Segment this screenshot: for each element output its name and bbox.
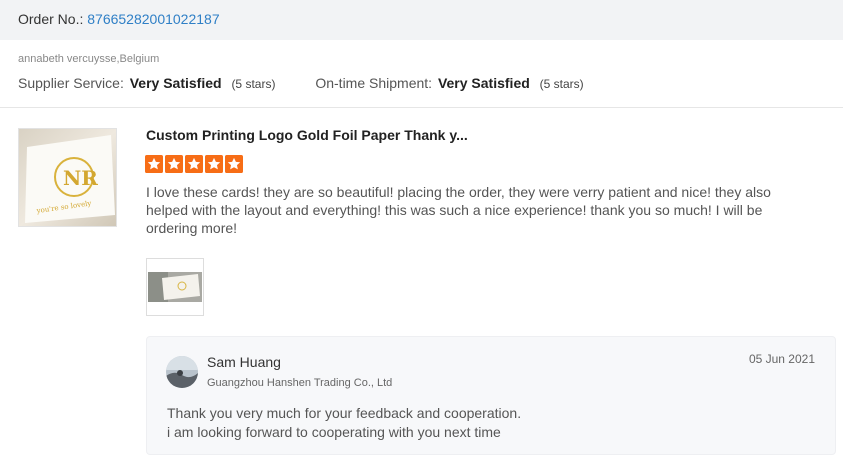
reply-date: 05 Jun 2021 [748,352,815,366]
shipment-rating: On-time Shipment: Very Satisfied (5 star… [315,75,583,91]
review-photo-thumbnail[interactable] [146,258,204,316]
shipment-label: On-time Shipment: [315,75,433,91]
review-text: I love these cards! they are so beautifu… [146,184,771,236]
ratings-row: Supplier Service: Very Satisfied (5 star… [18,75,584,91]
order-number-label: Order No.: 87665282001022187 [18,11,220,27]
star-icon [205,155,223,173]
star-icon [145,155,163,173]
seller-name: Sam Huang [207,354,281,370]
reply-text: Thank you very much for your feedback an… [167,404,521,442]
buyer-info: annabeth vercuysse,Belgium [18,53,160,65]
product-thumbnail[interactable]: NR you're so lovely [18,128,117,227]
supplier-service-stars: (5 stars) [231,77,276,91]
seller-company: Guangzhou Hanshen Trading Co., Ltd [207,377,393,389]
star-icon [225,155,243,173]
order-header: Order No.: 87665282001022187 [0,0,843,40]
supplier-service-value: Very Satisfied [129,75,222,91]
shipment-stars: (5 stars) [539,77,584,91]
reply-line: i am looking forward to cooperating with… [167,424,501,440]
order-label-text: Order No.: [18,11,88,27]
star-icon [185,155,203,173]
supplier-service-rating: Supplier Service: Very Satisfied (5 star… [18,75,275,91]
reply-line: Thank you very much for your feedback an… [167,405,522,421]
seller-reply: Sam Huang Guangzhou Hanshen Trading Co.,… [146,336,836,455]
product-image: NR you're so lovely [19,129,116,226]
avatar [166,356,198,388]
supplier-service-label: Supplier Service: [18,75,124,91]
svg-text:NR: NR [63,166,98,190]
star-icon [165,155,183,173]
review-star-rating [145,155,243,173]
review-photo [148,260,202,314]
shipment-value: Very Satisfied [437,75,530,91]
seller-avatar-image [166,356,198,388]
product-title-link[interactable]: Custom Printing Logo Gold Foil Paper Tha… [146,127,468,143]
order-number-link[interactable]: 87665282001022187 [87,11,219,27]
section-divider [0,107,843,108]
